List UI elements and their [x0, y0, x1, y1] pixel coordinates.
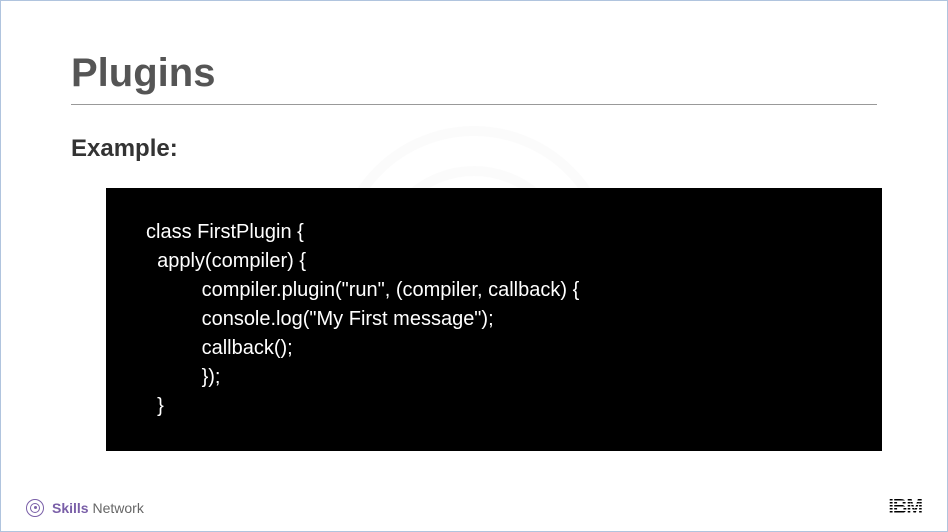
ibm-logo: IBM [888, 496, 922, 519]
skills-network-branding: Skills Network [26, 499, 144, 517]
page-title: Plugins [71, 51, 877, 105]
skills-label-regular: Network [89, 500, 144, 516]
skills-network-text: Skills Network [52, 500, 144, 516]
skills-label-bold: Skills [52, 500, 89, 516]
slide-content: Plugins Example: class FirstPlugin { app… [1, 1, 947, 451]
code-example: class FirstPlugin { apply(compiler) { co… [106, 188, 882, 451]
example-label: Example: [71, 135, 877, 163]
skills-network-icon [26, 499, 44, 517]
slide-footer: Skills Network IBM [1, 496, 947, 519]
